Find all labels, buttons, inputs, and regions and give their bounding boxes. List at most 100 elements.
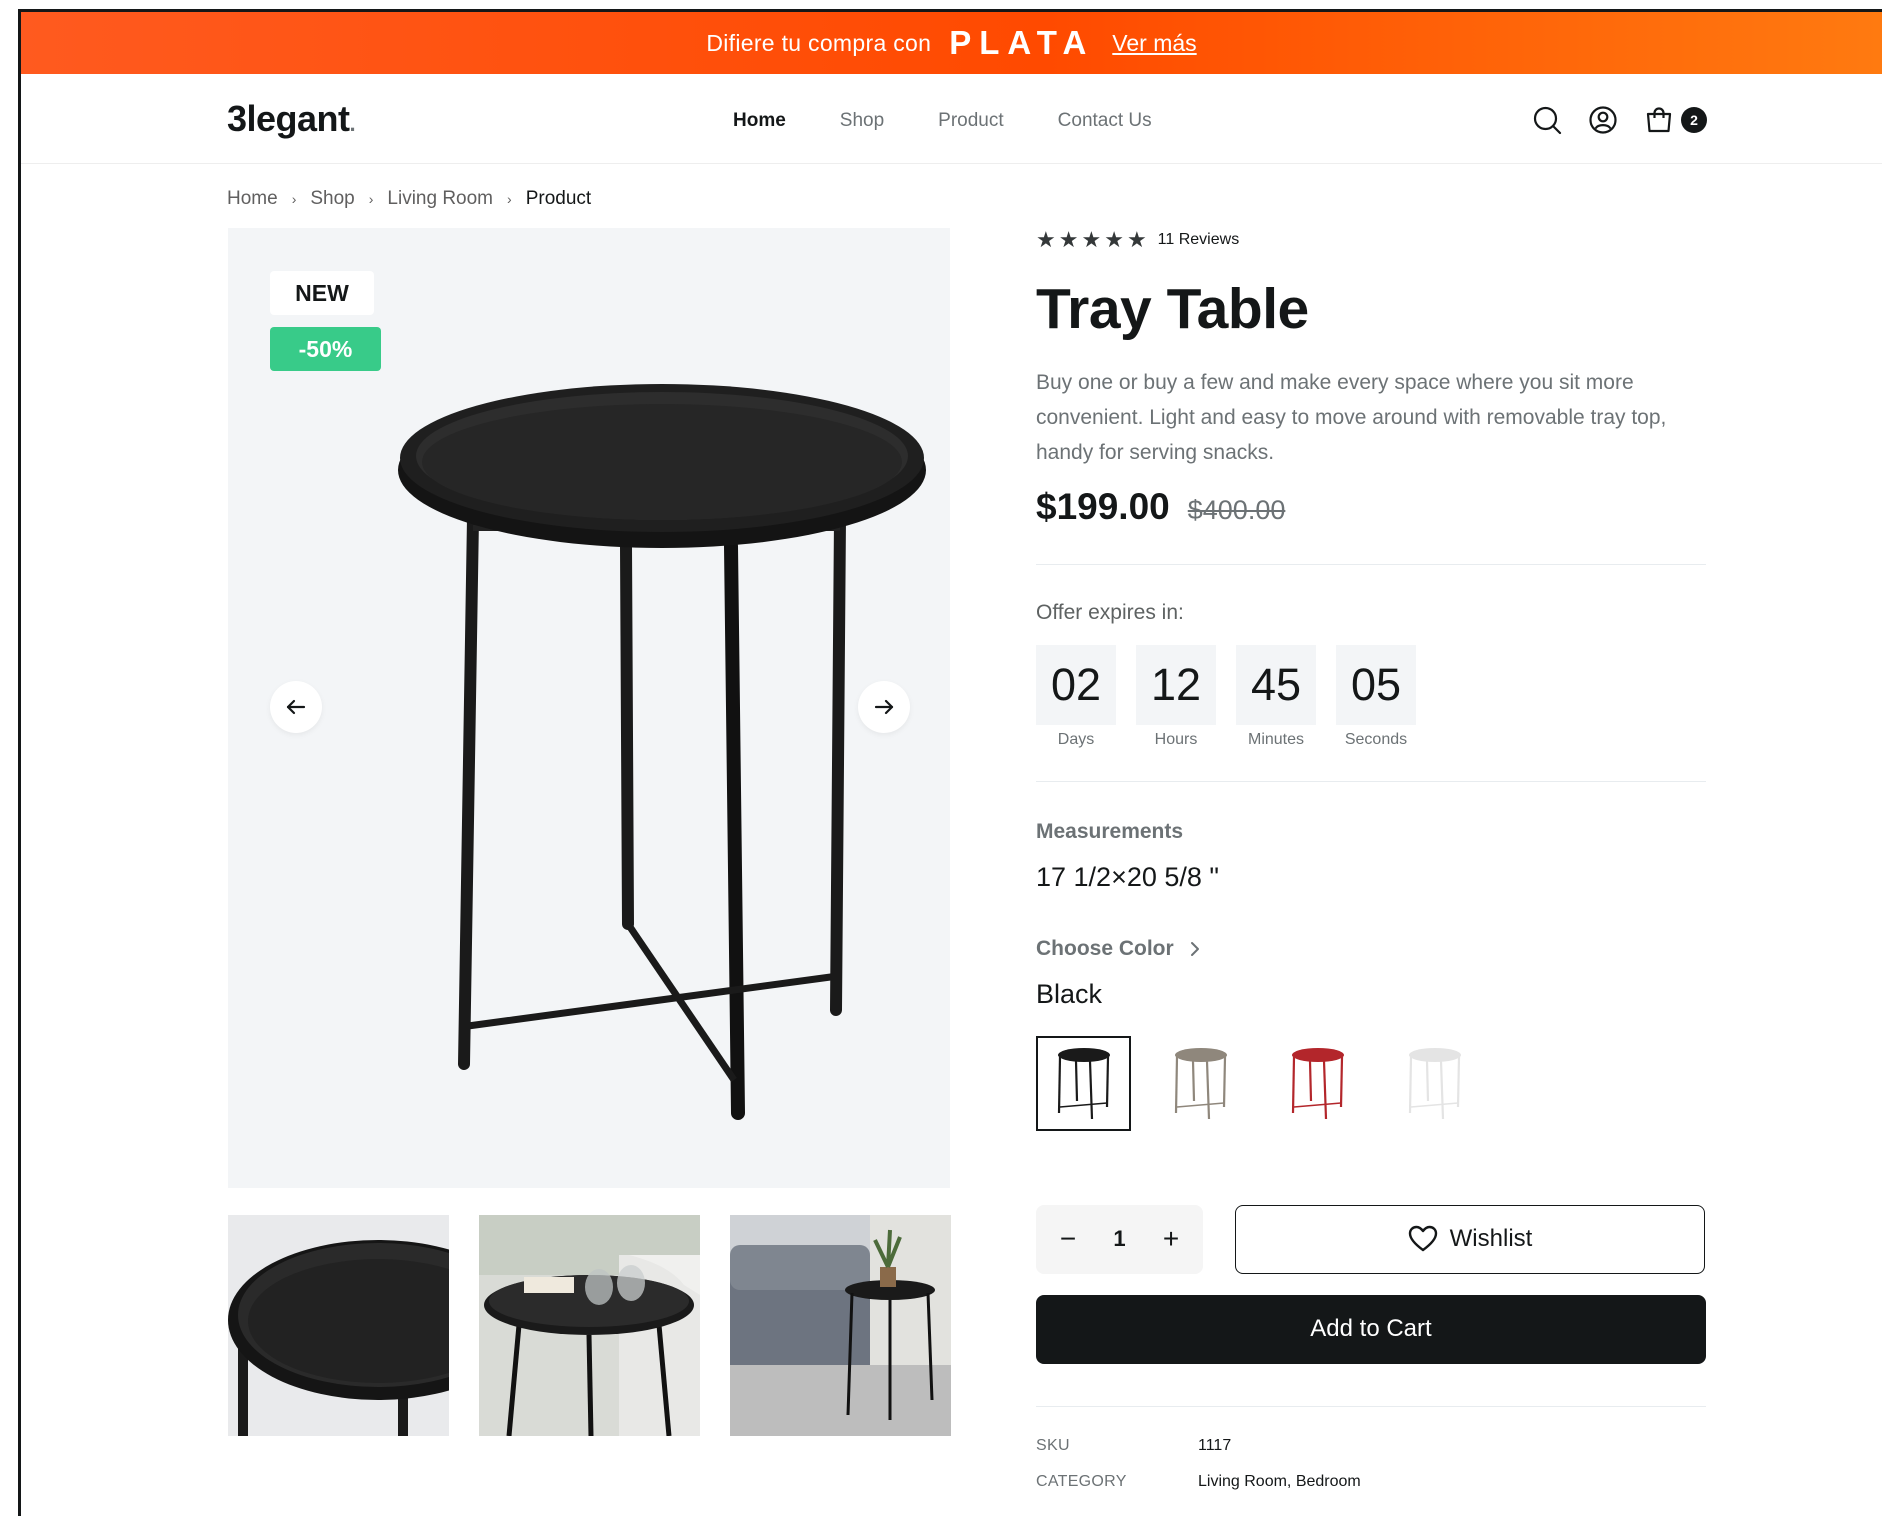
countdown-seconds: 05 Seconds — [1336, 644, 1416, 749]
site-logo[interactable]: 3legant. — [227, 98, 356, 140]
countdown-value: 45 — [1236, 644, 1316, 725]
nav-link-product[interactable]: Product — [938, 110, 1003, 132]
nav-links: Home Shop Product Contact Us — [733, 110, 1152, 132]
countdown-unit: Hours — [1154, 730, 1198, 748]
chevron-right-icon: › — [368, 191, 374, 207]
thumbnail-strip — [228, 1215, 951, 1436]
product-title: Tray Table — [1036, 277, 1309, 341]
star-icon: ★ — [1036, 227, 1057, 252]
cart-button[interactable]: 2 — [1643, 104, 1707, 136]
color-swatch-black[interactable] — [1036, 1035, 1131, 1131]
wishlist-button[interactable]: Wishlist — [1235, 1204, 1705, 1274]
breadcrumb-home[interactable]: Home — [227, 188, 278, 210]
measurements-value: 17 1/2×20 5/8 " — [1036, 861, 1219, 892]
countdown-minutes: 45 Minutes — [1236, 644, 1316, 749]
countdown-unit: Seconds — [1344, 730, 1408, 748]
new-badge: NEW — [270, 271, 374, 315]
reviews-count[interactable]: 11 Reviews — [1158, 231, 1240, 249]
category-label: CATEGORY — [1036, 1472, 1127, 1490]
wishlist-label: Wishlist — [1449, 1225, 1533, 1253]
next-image-button[interactable] — [858, 681, 910, 733]
sku-row: SKU 1117 — [1036, 1437, 1706, 1455]
thumbnail-tray-with-glasses[interactable] — [479, 1215, 700, 1436]
user-icon[interactable] — [1587, 104, 1619, 136]
search-icon[interactable] — [1531, 104, 1563, 136]
decrease-quantity-button[interactable]: − — [1056, 1223, 1080, 1255]
cart-count-badge: 2 — [1681, 107, 1707, 133]
heart-icon — [1408, 1225, 1437, 1252]
tray-table-swatch-icon — [1174, 1048, 1227, 1120]
measurements-label: Measurements — [1036, 819, 1184, 843]
star-rating: ★ ★ ★ ★ ★ — [1036, 227, 1148, 253]
product-info-panel: ★ ★ ★ ★ ★ 11 Reviews Tray Table Buy one or b… — [1036, 227, 1706, 1491]
thumbnail-living-room[interactable] — [730, 1215, 951, 1436]
current-price: $199.00 — [1036, 485, 1170, 527]
shopping-bag-icon — [1643, 104, 1675, 136]
star-icon: ★ — [1081, 227, 1103, 252]
countdown-value: 02 — [1036, 644, 1116, 725]
tray-table-swatch-icon — [1291, 1048, 1344, 1120]
tray-table-image — [398, 384, 926, 1120]
divider — [1036, 1405, 1706, 1407]
breadcrumb-shop[interactable]: Shop — [310, 188, 354, 210]
chevron-right-icon — [1190, 941, 1199, 956]
arrow-right-icon — [874, 699, 894, 715]
divider — [1036, 563, 1706, 565]
promo-text: Difiere tu compra con — [706, 29, 932, 56]
color-swatch-beige[interactable] — [1153, 1035, 1248, 1131]
countdown-unit: Minutes — [1247, 730, 1305, 748]
discount-badge: -50% — [270, 327, 381, 371]
previous-image-button[interactable] — [270, 681, 322, 733]
browser-frame: Difiere tu compra con PLATA Ver más 3leg… — [18, 9, 1882, 1516]
color-swatch-white[interactable] — [1387, 1035, 1482, 1131]
selected-color: Black — [1036, 978, 1103, 1009]
breadcrumb: Home › Shop › Living Room › Product — [227, 188, 591, 210]
purchase-actions: − 1 + Wishlist — [1036, 1204, 1706, 1274]
add-to-cart-button[interactable]: Add to Cart — [1036, 1294, 1706, 1364]
sku-label: SKU — [1036, 1436, 1070, 1454]
breadcrumb-living-room[interactable]: Living Room — [387, 188, 493, 210]
arrow-left-icon — [286, 699, 306, 715]
choose-color-toggle[interactable]: Choose Color — [1036, 937, 1706, 961]
tray-table-swatch-icon — [1408, 1048, 1461, 1120]
sku-value: 1117 — [1198, 1436, 1232, 1454]
breadcrumb-current: Product — [525, 188, 592, 209]
promo-bar: Difiere tu compra con PLATA Ver más — [21, 12, 1882, 74]
price-row: $199.00 $400.00 — [1036, 486, 1706, 528]
chevron-right-icon: › — [291, 191, 297, 207]
countdown-timer: 02 Days 12 Hours 45 Minutes 05 Seconds — [1036, 644, 1706, 749]
quantity-stepper: − 1 + — [1036, 1204, 1203, 1274]
star-icon: ★ — [1104, 227, 1125, 252]
top-navigation: 3legant. Home Shop Product Contact Us 2 — [21, 74, 1882, 164]
product-description: Buy one or buy a few and make every spac… — [1036, 370, 1667, 464]
nav-link-contact-us[interactable]: Contact Us — [1058, 110, 1152, 132]
quantity-value[interactable]: 1 — [1113, 1226, 1125, 1252]
countdown-value: 12 — [1136, 644, 1216, 725]
product-main-image: NEW -50% — [228, 228, 950, 1188]
logo-text: 3legant — [227, 98, 350, 139]
countdown-unit: Days — [1057, 730, 1095, 748]
star-icon: ★ — [1058, 227, 1080, 252]
color-swatches — [1036, 1035, 1706, 1131]
promo-brand-logo: PLATA — [949, 24, 1095, 61]
color-swatch-red[interactable] — [1270, 1035, 1365, 1131]
increase-quantity-button[interactable]: + — [1159, 1223, 1183, 1255]
chevron-right-icon: › — [507, 191, 512, 207]
thumbnail-tray-top[interactable] — [228, 1215, 449, 1436]
countdown-value: 05 — [1336, 644, 1416, 725]
nav-icons: 2 — [1531, 104, 1707, 136]
star-icon: ★ — [1126, 227, 1148, 252]
rating-row: ★ ★ ★ ★ ★ 11 Reviews — [1036, 227, 1706, 253]
countdown-days: 02 Days — [1036, 644, 1116, 749]
logo-dot: . — [349, 111, 356, 136]
nav-link-shop[interactable]: Shop — [840, 110, 884, 132]
tray-table-swatch-icon — [1057, 1048, 1110, 1120]
category-value[interactable]: Living Room, Bedroom — [1198, 1473, 1361, 1491]
offer-label: Offer expires in: — [1036, 600, 1184, 624]
nav-link-home[interactable]: Home — [733, 110, 786, 132]
category-row: CATEGORY Living Room, Bedroom — [1036, 1473, 1706, 1491]
promo-link[interactable]: Ver más — [1112, 30, 1196, 57]
divider — [1036, 780, 1706, 782]
countdown-hours: 12 Hours — [1136, 644, 1216, 749]
choose-color-label: Choose Color — [1036, 936, 1174, 960]
